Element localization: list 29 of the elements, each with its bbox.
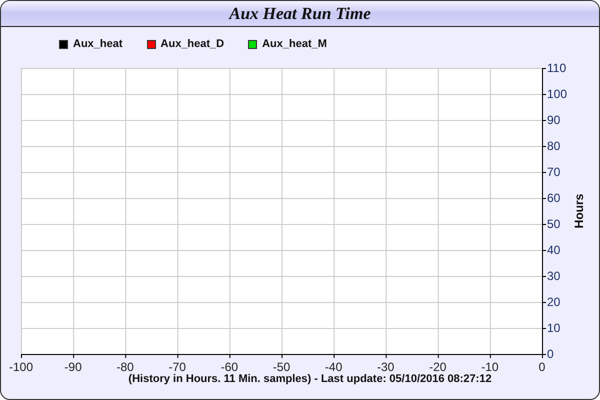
- legend-label: Aux_heat: [73, 38, 123, 50]
- y-tick-label: 10: [547, 321, 560, 335]
- y-tick-label: 50: [547, 217, 560, 231]
- y-axis-title: Hours: [572, 194, 586, 228]
- y-tick-label: 0: [547, 347, 554, 361]
- x-tick-label: -70: [168, 360, 186, 373]
- y-tick-label: 30: [547, 269, 560, 283]
- x-tick-label: -50: [272, 360, 290, 373]
- x-axis-title: (History in Hours. 11 Min. samples) - Last update: 05/10/2016 08:27:12: [128, 373, 492, 385]
- x-tick-label: -60: [220, 360, 238, 373]
- y-tick-label: 20: [547, 295, 560, 309]
- x-tick-label: -40: [324, 360, 342, 373]
- y-tick-label: 90: [547, 113, 560, 127]
- x-tick-label: -90: [64, 360, 82, 373]
- legend-label: Aux_heat_D: [160, 38, 224, 50]
- x-tick-label: -10: [481, 360, 499, 373]
- x-tick-label: -80: [116, 360, 134, 373]
- legend-label: Aux_heat_M: [262, 38, 327, 50]
- y-tick-label: 110: [547, 61, 566, 75]
- y-tick-label: 100: [547, 87, 568, 101]
- y-tick-label: 40: [547, 243, 560, 257]
- x-tick-label: -20: [429, 360, 446, 373]
- y-tick-label: 70: [547, 165, 560, 179]
- chart-title: Aux Heat Run Time: [229, 4, 371, 24]
- x-tick-label: -100: [8, 360, 34, 373]
- y-tick-label: 80: [547, 139, 560, 153]
- y-tick-label: 60: [547, 191, 560, 205]
- x-tick-label: 0: [538, 360, 546, 373]
- x-tick-label: -30: [377, 360, 394, 373]
